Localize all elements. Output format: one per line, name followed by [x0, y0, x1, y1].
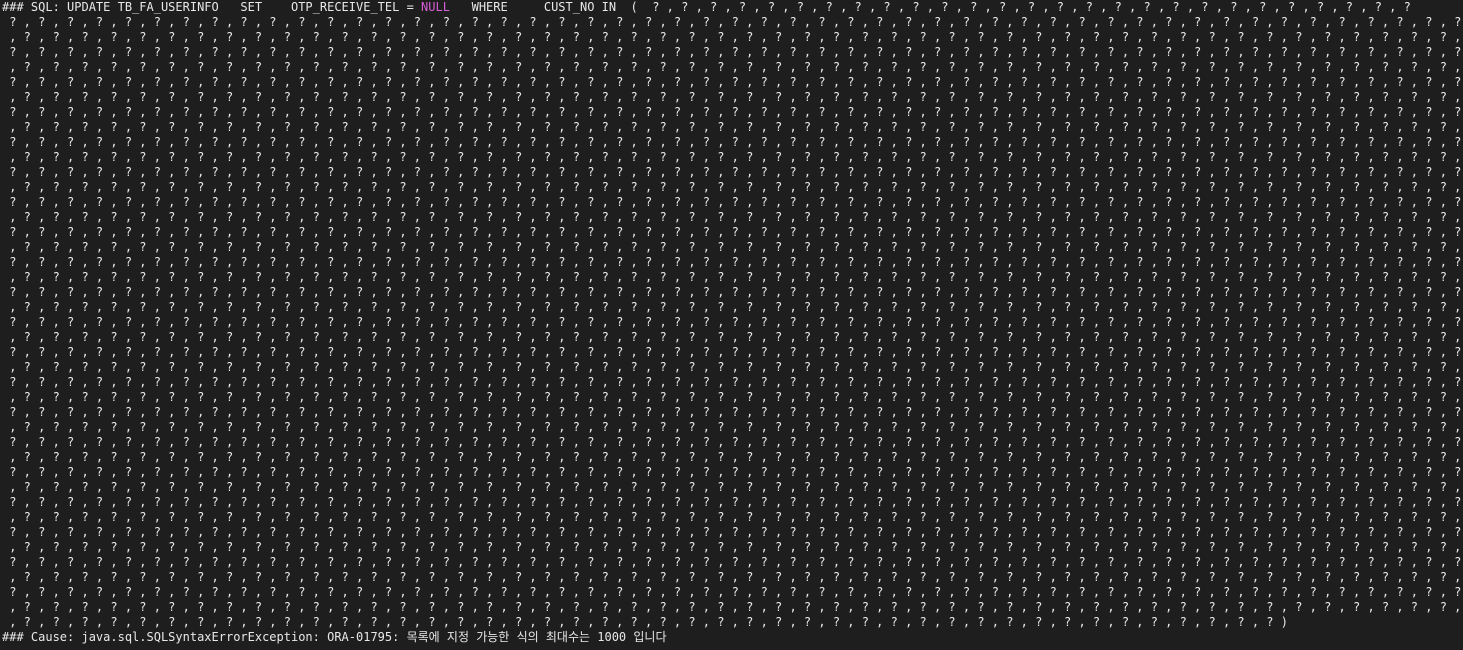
terminal-window: ### SQL: UPDATE TB_FA_USERINFO SET OTP_R… — [0, 0, 1463, 650]
parameter-row: , ? , ? , ? , ? , ? , ? , ? , ? , ? , ? … — [9, 330, 1462, 344]
parameter-row: ? , ? , ? , ? , ? , ? , ? , ? , ? , ? , … — [9, 435, 1462, 449]
parameter-row: ? , ? , ? , ? , ? , ? , ? , ? , ? , ? , … — [9, 405, 1462, 419]
parameter-row: ? , ? , ? , ? , ? , ? , ? , ? , ? , ? , … — [9, 75, 1462, 89]
parameter-row: , ? , ? , ? , ? , ? , ? , ? , ? , ? , ? … — [9, 510, 1462, 524]
parameter-row: ? , ? , ? , ? , ? , ? , ? , ? , ? , ? , … — [9, 285, 1462, 299]
sql-suffix-text: WHERE CUST_NO IN ( ? , ? , ? , ? , ? , ?… — [449, 0, 1411, 14]
parameter-row: , ? , ? , ? , ? , ? , ? , ? , ? , ? , ? … — [9, 480, 1462, 494]
parameter-row: ? , ? , ? , ? , ? , ? , ? , ? , ? , ? , … — [9, 345, 1462, 359]
parameter-row: , ? , ? , ? , ? , ? , ? , ? , ? , ? , ? … — [9, 390, 1462, 404]
parameter-closing-row: , ? , ? , ? , ? , ? , ? , ? , ? , ? , ? … — [2, 615, 1288, 629]
sql-null-keyword: NULL — [421, 0, 450, 14]
parameter-row: ? , ? , ? , ? , ? , ? , ? , ? , ? , ? , … — [9, 255, 1462, 269]
parameter-row: , ? , ? , ? , ? , ? , ? , ? , ? , ? , ? … — [9, 210, 1462, 224]
parameter-row: ? , ? , ? , ? , ? , ? , ? , ? , ? , ? , … — [9, 225, 1462, 239]
parameter-row: ? , ? , ? , ? , ? , ? , ? , ? , ? , ? , … — [9, 15, 1462, 29]
parameter-row: , ? , ? , ? , ? , ? , ? , ? , ? , ? , ? … — [9, 240, 1462, 254]
parameter-row: , ? , ? , ? , ? , ? , ? , ? , ? , ? , ? … — [9, 60, 1462, 74]
parameter-row: , ? , ? , ? , ? , ? , ? , ? , ? , ? , ? … — [9, 360, 1462, 374]
parameter-row: , ? , ? , ? , ? , ? , ? , ? , ? , ? , ? … — [9, 30, 1462, 44]
parameter-row: , ? , ? , ? , ? , ? , ? , ? , ? , ? , ? … — [9, 300, 1462, 314]
parameter-row: , ? , ? , ? , ? , ? , ? , ? , ? , ? , ? … — [9, 600, 1462, 614]
parameter-row: ? , ? , ? , ? , ? , ? , ? , ? , ? , ? , … — [9, 195, 1462, 209]
parameter-row: , ? , ? , ? , ? , ? , ? , ? , ? , ? , ? … — [9, 90, 1462, 104]
parameter-row: , ? , ? , ? , ? , ? , ? , ? , ? , ? , ? … — [9, 450, 1462, 464]
parameter-row: , ? , ? , ? , ? , ? , ? , ? , ? , ? , ? … — [9, 180, 1462, 194]
parameter-row: ? , ? , ? , ? , ? , ? , ? , ? , ? , ? , … — [9, 105, 1462, 119]
parameter-row: , ? , ? , ? , ? , ? , ? , ? , ? , ? , ? … — [9, 120, 1462, 134]
parameter-row: ? , ? , ? , ? , ? , ? , ? , ? , ? , ? , … — [9, 375, 1462, 389]
parameter-row: , ? , ? , ? , ? , ? , ? , ? , ? , ? , ? … — [9, 270, 1462, 284]
parameter-row: ? , ? , ? , ? , ? , ? , ? , ? , ? , ? , … — [9, 585, 1462, 599]
parameter-row: , ? , ? , ? , ? , ? , ? , ? , ? , ? , ? … — [9, 540, 1462, 554]
parameter-row: ? , ? , ? , ? , ? , ? , ? , ? , ? , ? , … — [9, 525, 1462, 539]
parameter-row: ? , ? , ? , ? , ? , ? , ? , ? , ? , ? , … — [9, 495, 1462, 509]
parameter-row: ? , ? , ? , ? , ? , ? , ? , ? , ? , ? , … — [9, 465, 1462, 479]
parameter-row: ? , ? , ? , ? , ? , ? , ? , ? , ? , ? , … — [9, 45, 1462, 59]
parameter-row: ? , ? , ? , ? , ? , ? , ? , ? , ? , ? , … — [9, 165, 1462, 179]
error-cause-line: ### Cause: java.sql.SQLSyntaxErrorExcept… — [2, 630, 667, 644]
parameter-row: , ? , ? , ? , ? , ? , ? , ? , ? , ? , ? … — [9, 420, 1462, 434]
parameter-row: , ? , ? , ? , ? , ? , ? , ? , ? , ? , ? … — [9, 150, 1462, 164]
sql-statement-line: ### SQL: UPDATE TB_FA_USERINFO SET OTP_R… — [2, 0, 1411, 15]
parameter-row: ? , ? , ? , ? , ? , ? , ? , ? , ? , ? , … — [9, 135, 1462, 149]
parameter-row: ? , ? , ? , ? , ? , ? , ? , ? , ? , ? , … — [9, 315, 1462, 329]
parameter-row: ? , ? , ? , ? , ? , ? , ? , ? , ? , ? , … — [9, 555, 1462, 569]
parameter-row: , ? , ? , ? , ? , ? , ? , ? , ? , ? , ? … — [9, 570, 1462, 584]
sql-prefix-text: ### SQL: UPDATE TB_FA_USERINFO SET OTP_R… — [2, 0, 422, 14]
